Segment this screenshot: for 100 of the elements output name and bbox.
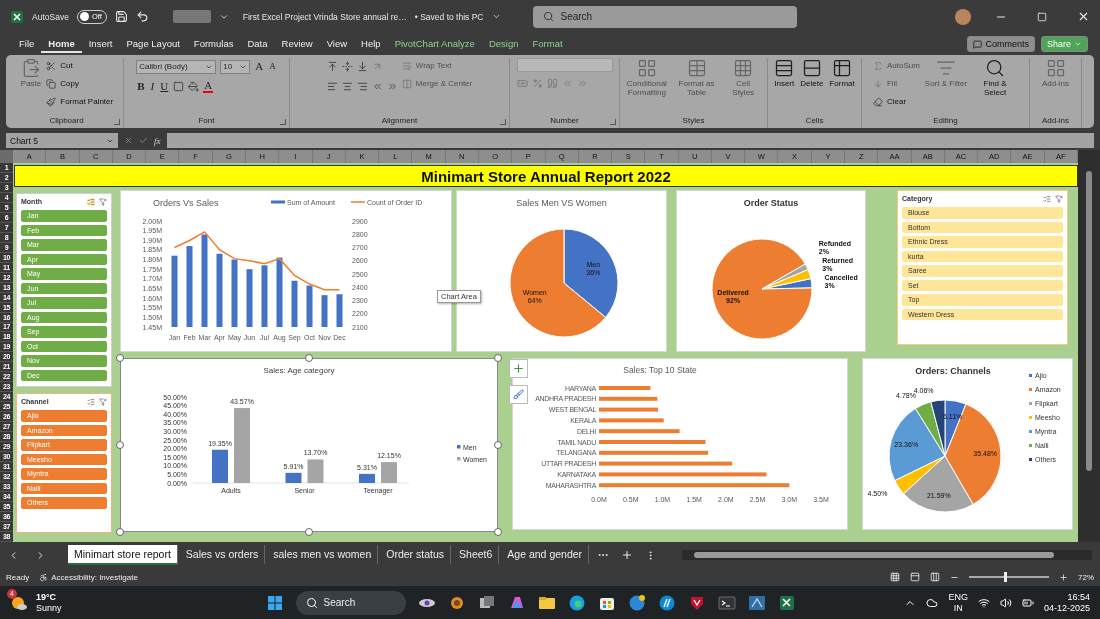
comments-button[interactable]: Comments [967, 36, 1035, 52]
clock-date[interactable]: 04-12-2025 [1043, 602, 1090, 614]
group-label: Number [549, 116, 580, 127]
font-color-button[interactable]: A [203, 80, 214, 93]
grow-font-button[interactable]: A [254, 61, 265, 72]
multi-select-icon[interactable] [87, 397, 95, 406]
clear-filter-icon[interactable] [1055, 194, 1063, 203]
normal-view-icon[interactable] [890, 572, 900, 582]
menu-tab[interactable]: Format [525, 35, 570, 53]
resize-handle[interactable] [116, 441, 124, 449]
underline-button[interactable]: U [159, 81, 170, 92]
group-label: Styles [681, 116, 706, 127]
sheet-tab[interactable]: Sales vs orders [179, 545, 266, 565]
menu-tab[interactable]: Data [240, 35, 275, 53]
table-icon [686, 58, 707, 78]
dialog-launcher-icon[interactable] [610, 119, 616, 125]
bar [246, 269, 253, 327]
shrink-font-button[interactable]: A [268, 62, 277, 71]
avatar[interactable] [955, 8, 971, 25]
menu-tab[interactable]: Formulas [186, 35, 241, 53]
scrollbar-thumb[interactable] [1086, 171, 1092, 471]
name-box[interactable]: Chart 5 [6, 133, 118, 148]
paintbrush-icon [46, 96, 57, 107]
accessibility-status[interactable]: Accessibility: Investigate [51, 572, 138, 582]
cancel-icon[interactable] [124, 136, 133, 145]
dialog-launcher-icon[interactable] [114, 119, 120, 125]
dialog-launcher-icon[interactable] [500, 119, 506, 125]
ribbon-button[interactable]: Format [828, 58, 856, 89]
ribbon-button[interactable]: Insert [773, 58, 796, 89]
zoom-slider-thumb[interactable] [1004, 572, 1007, 582]
maximize-icon[interactable] [1037, 11, 1047, 22]
menu-tab[interactable]: Help [354, 35, 388, 53]
circle-logo-icon[interactable] [657, 593, 676, 612]
chart-title: Orders Vs Sales [153, 198, 219, 208]
ribbon-button[interactable]: Format Painter [46, 94, 114, 109]
terminal-icon[interactable] [717, 593, 736, 612]
menu-tab[interactable]: Review [274, 35, 320, 53]
ribbon-button[interactable]: Cut [46, 58, 114, 73]
chevron-icon[interactable] [491, 12, 501, 21]
rows-icon [801, 58, 822, 78]
menu-tab[interactable]: Page Layout [119, 35, 187, 53]
sheet-tab[interactable]: Minimart store report [68, 545, 178, 565]
page-break-icon[interactable] [930, 572, 940, 582]
menu-tab[interactable]: Home [41, 35, 82, 53]
ribbon-button[interactable]: Delete [799, 58, 825, 89]
sheet-tab[interactable]: sales men vs women [267, 545, 379, 565]
accessibility-icon[interactable] [39, 572, 49, 582]
app-icon[interactable] [747, 593, 766, 612]
dialog-launcher-icon[interactable] [280, 119, 286, 125]
clear-filter-icon[interactable] [99, 197, 107, 206]
chart-styles-button[interactable] [509, 385, 528, 404]
ribbon-button[interactable]: Find & Select [972, 58, 1019, 98]
horizontal-scrollbar[interactable] [682, 550, 1092, 560]
quick-access-dropdown[interactable] [172, 10, 211, 23]
zoom-in-icon[interactable] [1059, 572, 1068, 582]
volume-icon[interactable] [999, 596, 1012, 609]
spreadsheet-app-icon[interactable] [777, 593, 796, 612]
clock-time[interactable]: 16:54 [1067, 591, 1090, 603]
region-indicator[interactable]: IN [953, 602, 963, 614]
font-dropdown[interactable]: Calibri (Body) [136, 59, 217, 74]
add-sheet-icon[interactable] [621, 549, 634, 561]
function-button[interactable]: fx [154, 135, 161, 146]
resize-handle[interactable] [116, 354, 124, 362]
page-layout-icon[interactable] [910, 572, 920, 582]
sheet-tab[interactable]: Age and gender [501, 545, 590, 565]
multi-select-icon[interactable] [87, 197, 95, 206]
menu-tab[interactable]: File [12, 35, 42, 53]
language-indicator[interactable]: ENG [948, 591, 968, 603]
taskbar-search[interactable]: Search [295, 590, 406, 615]
close-icon[interactable] [1077, 10, 1090, 23]
resize-handle[interactable] [305, 354, 313, 362]
resize-handle[interactable] [494, 354, 502, 362]
undo-icon[interactable] [135, 10, 149, 23]
sheet-tab[interactable]: Sheet6 [453, 545, 500, 565]
menu-tab[interactable]: View [319, 35, 355, 53]
menu-tab[interactable]: PivotChart Analyze [387, 35, 482, 53]
multi-select-icon[interactable] [1043, 194, 1051, 203]
windows-icon[interactable] [265, 593, 284, 612]
resize-handle[interactable] [494, 441, 502, 449]
spreadsheet-logo-icon [10, 9, 24, 24]
resize-handle[interactable] [116, 528, 124, 536]
cloud-icon[interactable] [926, 596, 939, 609]
clear-filter-icon[interactable] [99, 397, 107, 406]
bold-button[interactable]: B [136, 81, 146, 92]
formula-input[interactable] [166, 133, 1094, 148]
italic-button[interactable]: I [149, 81, 156, 92]
resize-handle[interactable] [494, 528, 502, 536]
save-icon[interactable] [114, 10, 128, 23]
sheet-tab[interactable]: Order status [380, 545, 452, 565]
ribbon-button[interactable]: Clear [872, 94, 920, 109]
search-field[interactable]: Search [532, 5, 797, 28]
ribbon-button[interactable]: Copy [46, 76, 114, 91]
resize-handle[interactable] [305, 528, 313, 536]
chart-elements-button[interactable] [509, 359, 528, 378]
font-dropdown[interactable]: 10 [220, 59, 251, 74]
menu-tab[interactable]: Insert [81, 35, 120, 53]
wifi-icon[interactable] [977, 596, 990, 609]
battery-icon[interactable] [1021, 596, 1034, 609]
menu-tab[interactable]: Design [481, 35, 526, 53]
group-label: Cells [804, 116, 825, 127]
